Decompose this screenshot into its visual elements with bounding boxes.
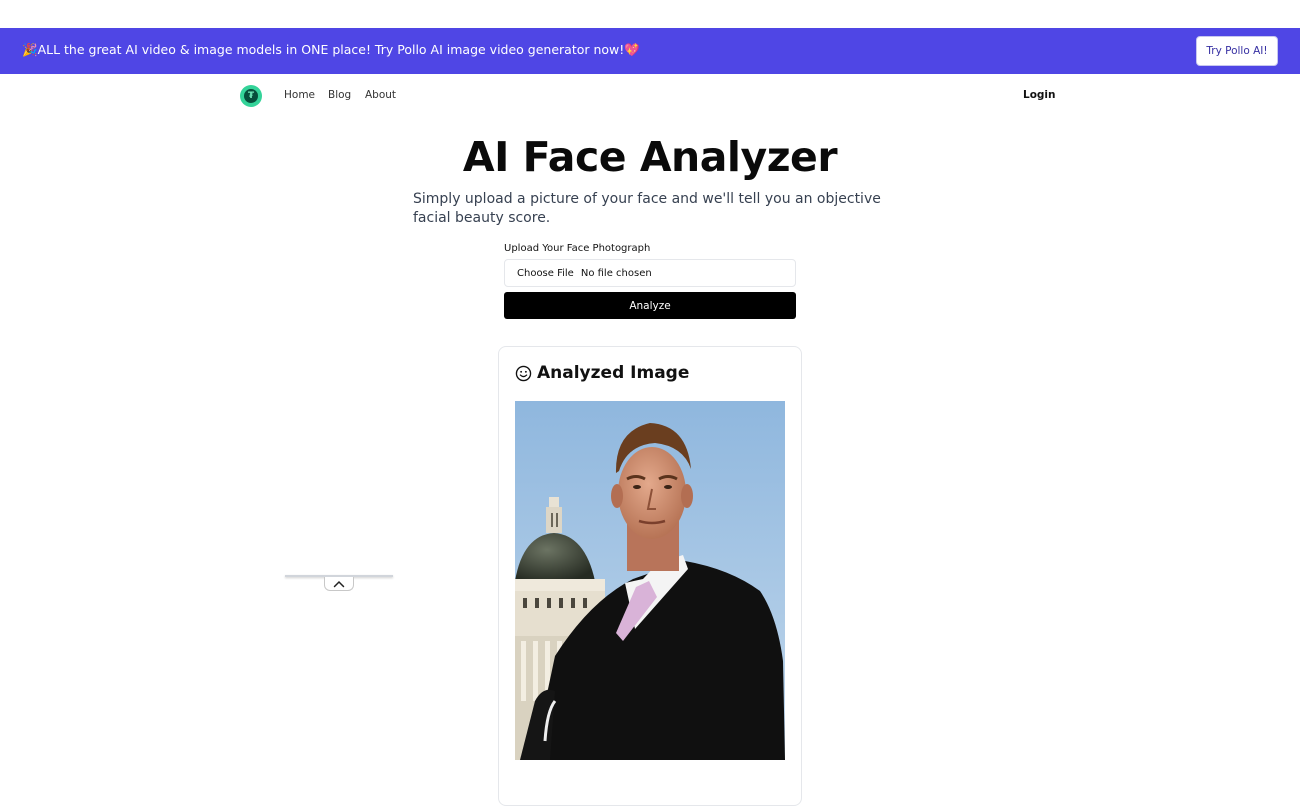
smile-icon bbox=[515, 365, 532, 381]
card-header: Analyzed Image bbox=[515, 363, 689, 383]
file-input[interactable]: Choose File No file chosen bbox=[504, 259, 796, 287]
file-status-text: No file chosen bbox=[580, 267, 652, 279]
analyze-button[interactable]: Analyze bbox=[504, 292, 796, 319]
analyzed-photo bbox=[515, 401, 785, 760]
collapse-toggle[interactable] bbox=[324, 577, 354, 591]
chevron-up-icon bbox=[333, 580, 345, 587]
nav-home-link[interactable]: Home bbox=[284, 89, 315, 101]
page-subtitle: Simply upload a picture of your face and… bbox=[413, 191, 881, 226]
choose-file-button[interactable]: Choose File bbox=[517, 268, 574, 279]
card-title: Analyzed Image bbox=[537, 363, 690, 383]
page-title: AI Face Analyzer bbox=[462, 133, 838, 181]
analyzed-image-card: Analyzed Image bbox=[498, 346, 802, 806]
nav-blog-link[interactable]: Blog bbox=[328, 89, 351, 101]
try-pollo-button[interactable]: Try Pollo AI! bbox=[1196, 36, 1278, 66]
upload-label: Upload Your Face Photograph bbox=[504, 243, 651, 254]
promo-banner: 🎉ALL the great AI video & image models i… bbox=[0, 28, 1300, 74]
nav-about-link[interactable]: About bbox=[365, 89, 396, 101]
promo-banner-text: 🎉ALL the great AI video & image models i… bbox=[22, 42, 640, 57]
login-link[interactable]: Login bbox=[1023, 89, 1056, 101]
site-logo-icon[interactable]: ₮ bbox=[240, 85, 262, 107]
logo-glyph: ₮ bbox=[244, 89, 258, 103]
